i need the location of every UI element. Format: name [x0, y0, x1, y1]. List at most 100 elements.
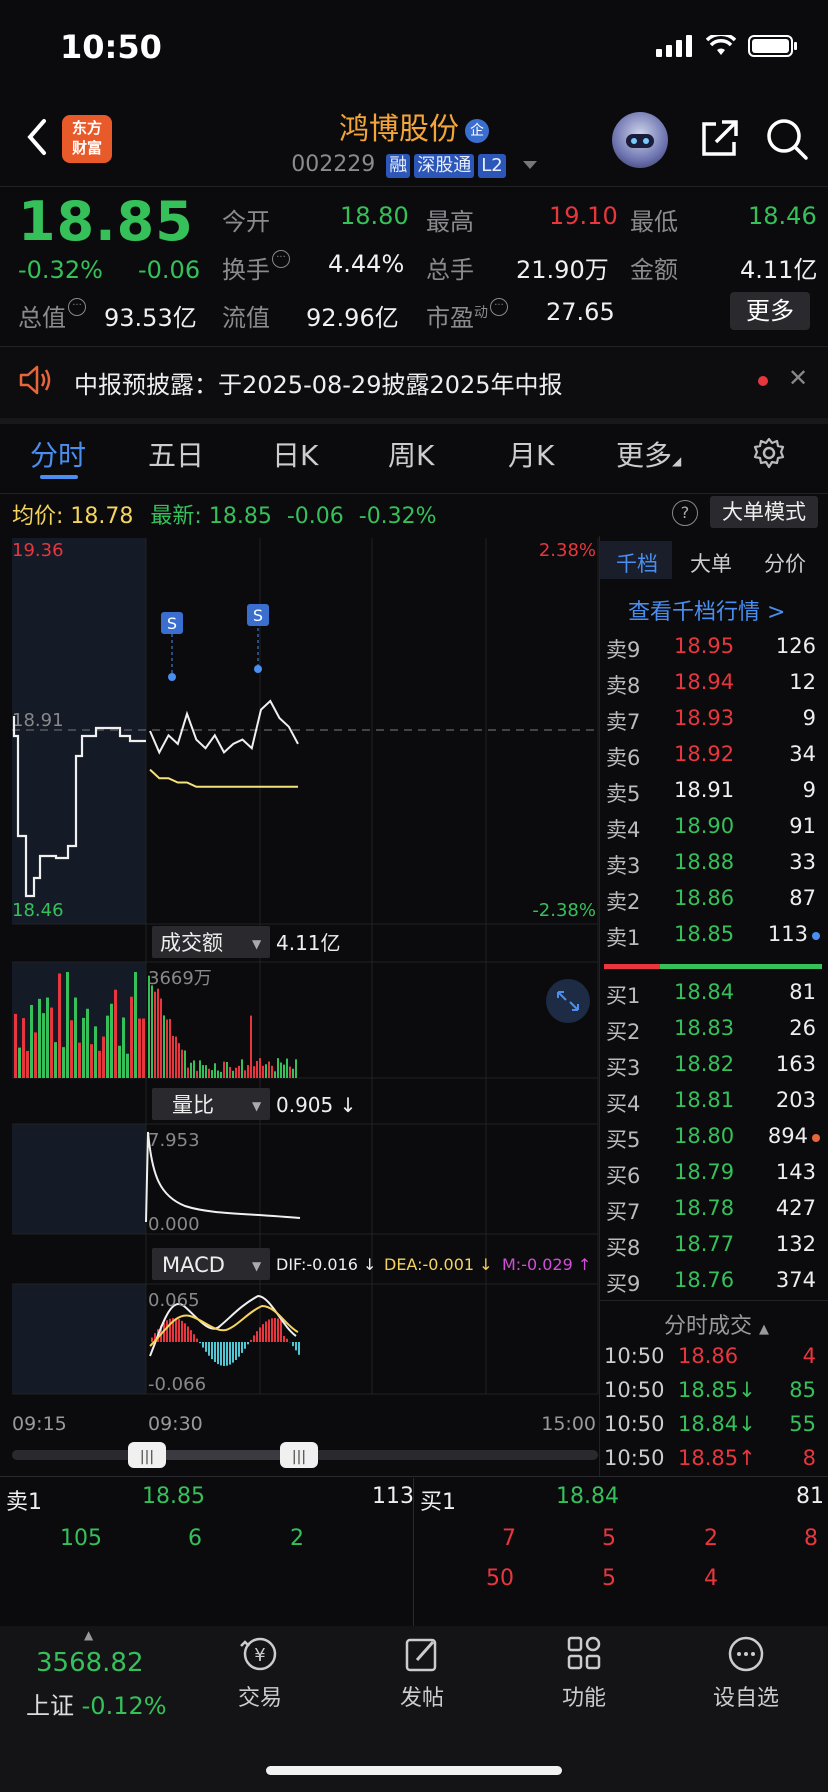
high-label: 最高 [426, 208, 474, 236]
level-volume: 12 [789, 670, 816, 694]
level-volume: 203 [775, 1088, 816, 1112]
volume-bar [70, 1020, 73, 1078]
close-icon[interactable]: ✕ [788, 364, 808, 392]
level-price: 18.78 [674, 1196, 735, 1220]
level-price: 18.90 [674, 814, 735, 838]
nav-trade[interactable]: ¥ 交易 [200, 1634, 320, 1712]
view-depth-link[interactable]: 查看千档行情 > [628, 594, 785, 626]
wifi-icon [706, 35, 736, 55]
bid-row[interactable]: 买2 18.83 26 [600, 1016, 822, 1050]
time-open-label: 09:30 [148, 1413, 203, 1435]
tab-orderbook-price[interactable]: 分价 [764, 548, 806, 578]
info-icon[interactable]: ··· [68, 298, 86, 316]
macd-bar [202, 1342, 204, 1348]
bid-row[interactable]: 买4 18.81 203 [600, 1088, 822, 1122]
bid-row[interactable]: 买3 18.82 163 [600, 1052, 822, 1086]
ask-row[interactable]: 卖4 18.90 91 [600, 814, 822, 848]
tab-five-day[interactable]: 五日 [148, 434, 204, 474]
level-label: 买4 [606, 1092, 641, 1116]
ask-row[interactable]: 卖5 18.91 9 [600, 778, 822, 812]
ask-row[interactable]: 卖1 18.85 113 [600, 922, 822, 956]
bid-row[interactable]: 买1 18.84 81 [600, 980, 822, 1014]
signal-label: S [167, 614, 177, 633]
volume-bar [241, 1059, 243, 1078]
robot-avatar-icon[interactable] [612, 112, 668, 168]
tab-monthly-k[interactable]: 月K [508, 434, 554, 474]
ask-row[interactable]: 卖2 18.86 87 [600, 886, 822, 920]
stock-name: 鸿博股份 [339, 112, 459, 147]
index-info[interactable]: 上证 -0.12% [26, 1686, 167, 1721]
bid-row[interactable]: 买9 18.76 374 [600, 1268, 822, 1302]
home-indicator[interactable] [266, 1766, 562, 1775]
nav-watchlist[interactable]: 设自选 [686, 1634, 806, 1712]
nav-post-label: 发帖 [399, 1686, 444, 1711]
macd-bar [280, 1319, 282, 1342]
latest-label: 最新: [150, 504, 202, 529]
gear-icon[interactable] [752, 436, 786, 470]
volume-bar [42, 1013, 45, 1078]
level-volume: 163 [775, 1052, 816, 1076]
signal-point [254, 665, 262, 673]
tab-more[interactable]: 更多◢ [616, 434, 681, 474]
chevron-down-icon[interactable] [522, 161, 537, 169]
macd-bar [184, 1323, 186, 1342]
bid-row[interactable]: 买6 18.79 143 [600, 1160, 822, 1194]
search-icon[interactable] [764, 116, 810, 162]
volume-bar [118, 1045, 121, 1078]
tick-time: 10:50 [604, 1344, 665, 1368]
macd-bar [211, 1342, 213, 1360]
ask-row[interactable]: 卖6 18.92 34 [600, 742, 822, 776]
volume-bar [102, 1036, 105, 1078]
bid-row[interactable]: 买8 18.77 132 [600, 1232, 822, 1266]
volume-bar [82, 1017, 85, 1078]
ticks-title-text: 分时成交 [664, 1314, 753, 1339]
volume-bar [217, 1070, 219, 1078]
time-end-label: 15:00 [541, 1413, 596, 1435]
volume-bar [259, 1058, 261, 1078]
caret-up-icon: ▲ [759, 1322, 770, 1337]
level-volume: 26 [789, 1016, 816, 1040]
help-icon[interactable]: ? [672, 500, 698, 526]
volume-bar [134, 972, 137, 1078]
tick-volume: 55 [789, 1412, 816, 1436]
ratio-min-label: 0.000 [148, 1214, 200, 1235]
tab-daily-k[interactable]: 日K [272, 434, 318, 474]
range-slider-selection [146, 1450, 300, 1460]
volume-bar [142, 1018, 145, 1078]
notice-text[interactable]: 中报预披露：于2025-08-29披露2025年中报 [74, 365, 563, 400]
turnover-value: 4.44% [328, 250, 405, 278]
tick-time: 10:50 [604, 1446, 665, 1470]
ask-row[interactable]: 卖8 18.94 12 [600, 670, 822, 704]
pct-high-label: 2.38% [539, 540, 596, 561]
volume-bar [122, 1017, 125, 1078]
macd-bar [250, 1339, 252, 1342]
intraday-chart[interactable]: 19.36 18.91 18.46 2.38% -2.38% S S 成交额 ▼… [0, 536, 600, 1476]
ask-row[interactable]: 卖9 18.95 126 [600, 634, 822, 668]
ask-row[interactable]: 卖3 18.88 33 [600, 850, 822, 884]
divider [600, 1300, 828, 1301]
level-price: 18.88 [674, 850, 735, 874]
info-icon[interactable]: ··· [272, 250, 290, 268]
ticks-title[interactable]: 分时成交 ▲ [664, 1308, 769, 1340]
bid-row[interactable]: 买7 18.78 427 [600, 1196, 822, 1230]
share-icon[interactable] [698, 118, 740, 160]
tab-orderbook-big[interactable]: 大单 [690, 548, 732, 578]
big-order-mode-button[interactable]: 大单模式 [710, 496, 818, 528]
turnover-label: 换手 ··· [222, 250, 290, 285]
tab-intraday[interactable]: 分时 [30, 434, 86, 474]
tag-connect: 深股通 [414, 154, 475, 178]
more-button[interactable]: 更多 [730, 292, 810, 330]
nav-post[interactable]: 发帖 [362, 1634, 482, 1712]
ask-row[interactable]: 卖7 18.93 9 [600, 706, 822, 740]
level-buy-label: 买1 [420, 1490, 456, 1515]
tab-weekly-k[interactable]: 周K [388, 434, 434, 474]
level-label: 卖8 [606, 674, 641, 698]
nav-functions[interactable]: 功能 [524, 1634, 644, 1712]
bid-row[interactable]: 买5 18.80 894 [600, 1124, 822, 1158]
volume-bar [199, 1060, 201, 1078]
tab-orderbook-depth[interactable]: 千档 [616, 548, 658, 578]
info-icon[interactable]: ··· [490, 298, 508, 316]
volume-bar [178, 1043, 180, 1078]
index-value[interactable]: 3568.82 [36, 1648, 144, 1678]
level-price: 18.84 [674, 980, 735, 1004]
